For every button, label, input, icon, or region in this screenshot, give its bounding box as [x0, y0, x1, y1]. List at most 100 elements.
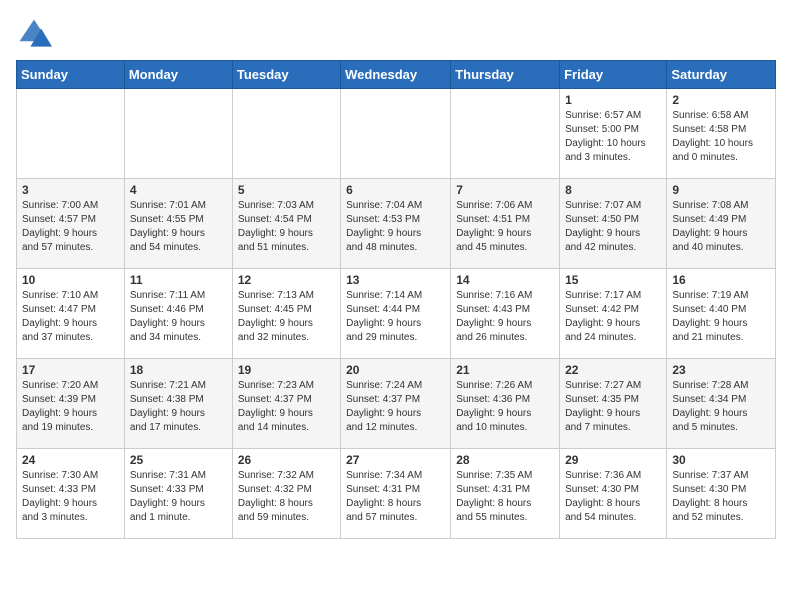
calendar-cell: 15 Sunrise: 7:17 AM Sunset: 4:42 PM Dayli… — [560, 269, 667, 359]
calendar-cell: 25 Sunrise: 7:31 AM Sunset: 4:33 PM Dayli… — [124, 449, 232, 539]
calendar-header-saturday: Saturday — [667, 61, 776, 89]
calendar-cell: 11 Sunrise: 7:11 AM Sunset: 4:46 PM Dayli… — [124, 269, 232, 359]
calendar-week-1: 1 Sunrise: 6:57 AM Sunset: 5:00 PM Daylig… — [17, 89, 776, 179]
day-info: Sunrise: 6:58 AM Sunset: 4:58 PM Dayligh… — [672, 109, 770, 165]
day-info: Sunrise: 7:14 AM Sunset: 4:44 PM Dayligh… — [346, 289, 445, 345]
day-info: Sunrise: 7:17 AM Sunset: 4:42 PM Dayligh… — [565, 289, 661, 345]
calendar-cell: 5Sunrise: 7:03 AM Sunset: 4:54 PM Daylig… — [232, 179, 340, 269]
day-number: 11 — [130, 273, 227, 287]
day-info: Sunrise: 7:21 AM Sunset: 4:38 PM Dayligh… — [130, 379, 227, 435]
day-number: 8 — [565, 183, 661, 197]
calendar-cell: 28 Sunrise: 7:35 AM Sunset: 4:31 PM Dayli… — [451, 449, 560, 539]
calendar-cell: 20Sunrise: 7:24 AM Sunset: 4:37 PM Dayli… — [341, 359, 451, 449]
calendar-cell: 6 Sunrise: 7:04 AM Sunset: 4:53 PM Daylig… — [341, 179, 451, 269]
day-info: Sunrise: 7:30 AM Sunset: 4:33 PM Dayligh… — [22, 469, 119, 525]
day-number: 3 — [22, 183, 119, 197]
day-info: Sunrise: 7:37 AM Sunset: 4:30 PM Dayligh… — [672, 469, 770, 525]
day-number: 9 — [672, 183, 770, 197]
day-info: Sunrise: 7:04 AM Sunset: 4:53 PM Dayligh… — [346, 199, 445, 255]
day-info: Sunrise: 7:34 AM Sunset: 4:31 PM Dayligh… — [346, 469, 445, 525]
calendar-cell: 12 Sunrise: 7:13 AM Sunset: 4:45 PM Dayli… — [232, 269, 340, 359]
calendar-header-tuesday: Tuesday — [232, 61, 340, 89]
day-info: Sunrise: 7:35 AM Sunset: 4:31 PM Dayligh… — [456, 469, 554, 525]
day-info: Sunrise: 6:57 AM Sunset: 5:00 PM Dayligh… — [565, 109, 661, 165]
calendar-cell — [451, 89, 560, 179]
calendar-cell: 19Sunrise: 7:23 AM Sunset: 4:37 PM Dayli… — [232, 359, 340, 449]
day-info: Sunrise: 7:16 AM Sunset: 4:43 PM Dayligh… — [456, 289, 554, 345]
calendar-header-monday: Monday — [124, 61, 232, 89]
day-number: 27 — [346, 453, 445, 467]
day-info: Sunrise: 7:06 AM Sunset: 4:51 PM Dayligh… — [456, 199, 554, 255]
calendar-cell — [17, 89, 125, 179]
day-number: 2 — [672, 93, 770, 107]
day-number: 14 — [456, 273, 554, 287]
day-number: 7 — [456, 183, 554, 197]
calendar-week-3: 10 Sunrise: 7:10 AM Sunset: 4:47 PM Dayli… — [17, 269, 776, 359]
calendar-cell: 18 Sunrise: 7:21 AM Sunset: 4:38 PM Dayli… — [124, 359, 232, 449]
calendar-cell: 2 Sunrise: 6:58 AM Sunset: 4:58 PM Daylig… — [667, 89, 776, 179]
calendar-cell: 9 Sunrise: 7:08 AM Sunset: 4:49 PM Daylig… — [667, 179, 776, 269]
logo-icon — [16, 16, 52, 52]
calendar-cell: 26 Sunrise: 7:32 AM Sunset: 4:32 PM Dayli… — [232, 449, 340, 539]
calendar: SundayMondayTuesdayWednesdayThursdayFrid… — [16, 60, 776, 539]
day-info: Sunrise: 7:27 AM Sunset: 4:35 PM Dayligh… — [565, 379, 661, 435]
day-info: Sunrise: 7:19 AM Sunset: 4:40 PM Dayligh… — [672, 289, 770, 345]
day-number: 1 — [565, 93, 661, 107]
day-info: Sunrise: 7:24 AM Sunset: 4:37 PM Dayligh… — [346, 379, 445, 435]
calendar-header-friday: Friday — [560, 61, 667, 89]
day-number: 5 — [238, 183, 335, 197]
day-number: 22 — [565, 363, 661, 377]
day-info: Sunrise: 7:23 AM Sunset: 4:37 PM Dayligh… — [238, 379, 335, 435]
day-info: Sunrise: 7:11 AM Sunset: 4:46 PM Dayligh… — [130, 289, 227, 345]
day-number: 18 — [130, 363, 227, 377]
day-number: 16 — [672, 273, 770, 287]
calendar-cell: 1 Sunrise: 6:57 AM Sunset: 5:00 PM Daylig… — [560, 89, 667, 179]
calendar-week-2: 3 Sunrise: 7:00 AM Sunset: 4:57 PM Daylig… — [17, 179, 776, 269]
calendar-cell: 29 Sunrise: 7:36 AM Sunset: 4:30 PM Dayli… — [560, 449, 667, 539]
page-header — [16, 16, 776, 52]
day-number: 6 — [346, 183, 445, 197]
calendar-week-5: 24Sunrise: 7:30 AM Sunset: 4:33 PM Dayli… — [17, 449, 776, 539]
calendar-body: 1 Sunrise: 6:57 AM Sunset: 5:00 PM Daylig… — [17, 89, 776, 539]
calendar-cell: 24Sunrise: 7:30 AM Sunset: 4:33 PM Dayli… — [17, 449, 125, 539]
calendar-cell: 21 Sunrise: 7:26 AM Sunset: 4:36 PM Dayli… — [451, 359, 560, 449]
calendar-header-row: SundayMondayTuesdayWednesdayThursdayFrid… — [17, 61, 776, 89]
calendar-cell: 14 Sunrise: 7:16 AM Sunset: 4:43 PM Dayli… — [451, 269, 560, 359]
calendar-cell — [124, 89, 232, 179]
calendar-cell: 30 Sunrise: 7:37 AM Sunset: 4:30 PM Dayli… — [667, 449, 776, 539]
day-number: 28 — [456, 453, 554, 467]
day-number: 15 — [565, 273, 661, 287]
day-info: Sunrise: 7:36 AM Sunset: 4:30 PM Dayligh… — [565, 469, 661, 525]
day-info: Sunrise: 7:31 AM Sunset: 4:33 PM Dayligh… — [130, 469, 227, 525]
calendar-cell: 10 Sunrise: 7:10 AM Sunset: 4:47 PM Dayli… — [17, 269, 125, 359]
day-info: Sunrise: 7:01 AM Sunset: 4:55 PM Dayligh… — [130, 199, 227, 255]
day-info: Sunrise: 7:08 AM Sunset: 4:49 PM Dayligh… — [672, 199, 770, 255]
logo — [16, 16, 56, 52]
day-number: 30 — [672, 453, 770, 467]
day-number: 13 — [346, 273, 445, 287]
calendar-cell — [341, 89, 451, 179]
day-number: 23 — [672, 363, 770, 377]
day-number: 26 — [238, 453, 335, 467]
calendar-cell: 27 Sunrise: 7:34 AM Sunset: 4:31 PM Dayli… — [341, 449, 451, 539]
day-info: Sunrise: 7:28 AM Sunset: 4:34 PM Dayligh… — [672, 379, 770, 435]
calendar-header-sunday: Sunday — [17, 61, 125, 89]
day-number: 12 — [238, 273, 335, 287]
day-number: 25 — [130, 453, 227, 467]
day-info: Sunrise: 7:00 AM Sunset: 4:57 PM Dayligh… — [22, 199, 119, 255]
calendar-cell: 22 Sunrise: 7:27 AM Sunset: 4:35 PM Dayli… — [560, 359, 667, 449]
calendar-cell: 7 Sunrise: 7:06 AM Sunset: 4:51 PM Daylig… — [451, 179, 560, 269]
day-info: Sunrise: 7:20 AM Sunset: 4:39 PM Dayligh… — [22, 379, 119, 435]
calendar-cell: 4 Sunrise: 7:01 AM Sunset: 4:55 PM Daylig… — [124, 179, 232, 269]
calendar-header-thursday: Thursday — [451, 61, 560, 89]
day-info: Sunrise: 7:32 AM Sunset: 4:32 PM Dayligh… — [238, 469, 335, 525]
day-number: 4 — [130, 183, 227, 197]
day-number: 10 — [22, 273, 119, 287]
day-info: Sunrise: 7:26 AM Sunset: 4:36 PM Dayligh… — [456, 379, 554, 435]
day-info: Sunrise: 7:13 AM Sunset: 4:45 PM Dayligh… — [238, 289, 335, 345]
day-number: 17 — [22, 363, 119, 377]
day-info: Sunrise: 7:10 AM Sunset: 4:47 PM Dayligh… — [22, 289, 119, 345]
calendar-cell: 16 Sunrise: 7:19 AM Sunset: 4:40 PM Dayli… — [667, 269, 776, 359]
day-number: 29 — [565, 453, 661, 467]
day-number: 21 — [456, 363, 554, 377]
